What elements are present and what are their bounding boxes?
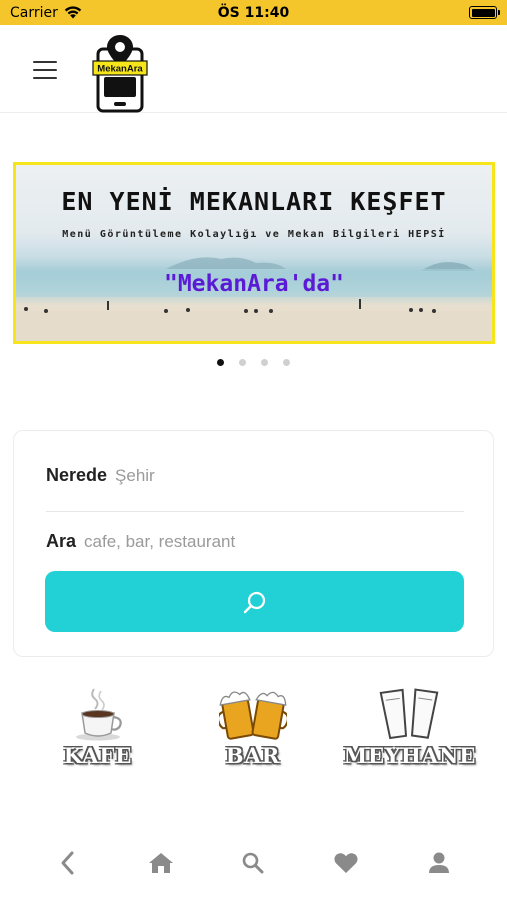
location-input[interactable] <box>115 466 464 486</box>
query-label: Ara <box>46 531 77 551</box>
hamburger-menu-icon[interactable] <box>33 61 57 79</box>
category-bar[interactable]: BAR <box>210 685 296 775</box>
back-chevron-icon <box>61 851 74 874</box>
carousel-dot[interactable] <box>261 359 268 366</box>
carrier-label: Carrier <box>10 4 58 21</box>
mekanara-logo: MekanAra <box>92 35 148 113</box>
banner-subtitle: Menü Görüntüleme Kolaylığı ve Mekan Bilg… <box>62 229 446 240</box>
location-label: Nerede <box>46 465 108 485</box>
nav-profile[interactable] <box>409 838 469 888</box>
search-button[interactable] <box>45 571 464 632</box>
home-icon <box>148 852 173 873</box>
battery-icon <box>469 6 500 19</box>
carousel-dot[interactable] <box>217 359 224 366</box>
promo-banner[interactable]: EN YENİ MEKANLARI KEŞFET Menü Görüntülem… <box>13 162 495 344</box>
heart-icon <box>334 852 358 873</box>
category-label: MEYHANE <box>343 743 477 768</box>
search-card: Nerede Ara <box>13 430 494 657</box>
bottom-nav <box>0 835 507 890</box>
category-list: KAFE BAR MEYHANE <box>0 685 507 775</box>
nav-favorites[interactable] <box>316 838 376 888</box>
search-icon <box>243 591 265 613</box>
carousel-dot[interactable] <box>283 359 290 366</box>
category-kafe[interactable]: KAFE <box>55 685 141 775</box>
status-left: Carrier <box>10 5 82 21</box>
raki-glasses-icon <box>379 688 439 740</box>
nav-home[interactable] <box>131 838 191 888</box>
field-divider <box>46 511 464 512</box>
query-input[interactable] <box>84 532 464 552</box>
banner-title: EN YENİ MEKANLARI KEŞFET <box>61 187 447 216</box>
nav-search[interactable] <box>223 838 283 888</box>
carousel-dot[interactable] <box>239 359 246 366</box>
search-icon <box>243 852 264 873</box>
carousel-dots <box>0 359 507 366</box>
banner-brand: "MekanAra'da" <box>163 271 344 297</box>
svg-text:MekanAra: MekanAra <box>97 64 143 75</box>
profile-icon <box>428 852 449 873</box>
wifi-icon <box>64 6 82 19</box>
app-header: MekanAra <box>0 25 507 113</box>
nav-back[interactable] <box>38 838 98 888</box>
beer-mugs-icon <box>219 691 287 740</box>
category-label: KAFE <box>63 743 133 768</box>
coffee-cup-icon <box>76 688 122 741</box>
category-label: BAR <box>225 743 281 768</box>
query-field: Ara <box>46 531 464 552</box>
category-meyhane[interactable]: MEYHANE <box>333 685 487 775</box>
status-bar: Carrier ÖS 11:40 <box>0 0 507 25</box>
location-field: Nerede <box>46 465 464 486</box>
